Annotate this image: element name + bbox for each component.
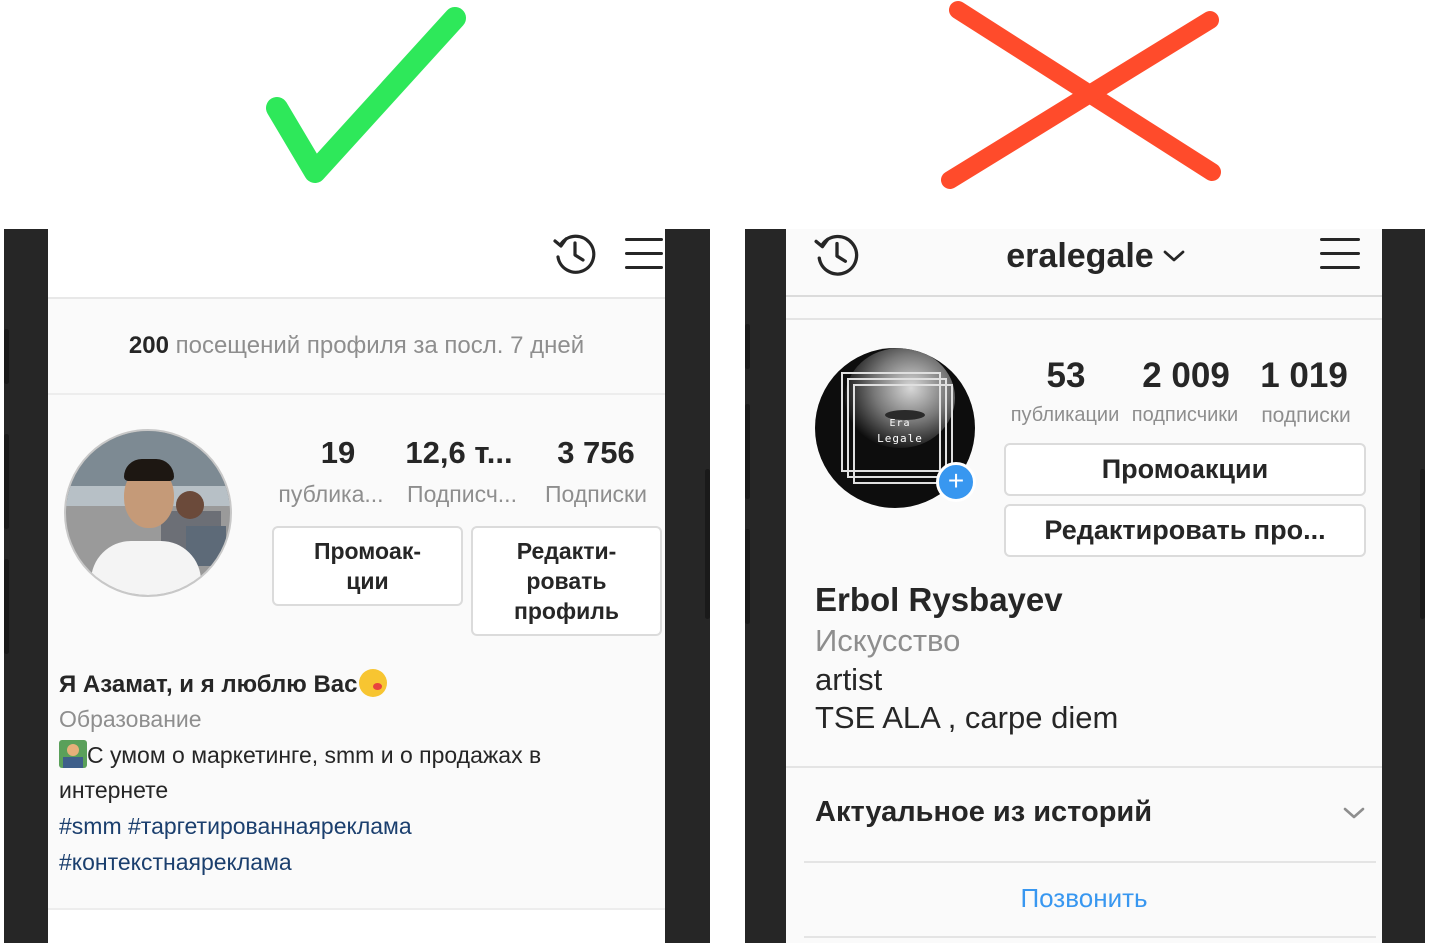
stat-following-value[interactable]: 3 756	[536, 435, 656, 471]
teacher-emoji-icon	[59, 740, 87, 768]
insights-banner[interactable]: 200 посещений профиля за посл. 7 дней	[48, 299, 665, 395]
bio-line-2: интернете	[59, 777, 169, 803]
history-icon[interactable]	[813, 231, 861, 279]
history-icon[interactable]	[552, 231, 598, 277]
call-button[interactable]: Позвонить	[786, 883, 1382, 914]
stat-posts-label: публика...	[278, 481, 384, 507]
stat-followers-label: подписчики	[1131, 404, 1239, 426]
hashtags-line-1[interactable]: #smm #таргетированнаяреклама	[59, 813, 412, 840]
edit-label-1: Редакти-	[516, 538, 617, 564]
bio-line-1: artist	[815, 662, 883, 697]
account-switcher[interactable]: eralegale	[986, 234, 1206, 278]
insights-count: 200	[128, 332, 169, 359]
avatar[interactable]	[64, 429, 232, 597]
profile-category: Образование	[59, 706, 202, 732]
add-story-plus-icon[interactable]: +	[936, 462, 976, 502]
promotions-label-1: Промоак-	[313, 538, 422, 564]
chevron-down-icon	[1343, 807, 1365, 819]
stat-posts-value[interactable]: 19	[274, 435, 402, 471]
edit-label-2: ровать	[526, 568, 607, 594]
phone-left: 200 посещений профиля за посл. 7 дней 19…	[4, 229, 710, 943]
profile-screen-left: 200 посещений профиля за посл. 7 дней 19…	[48, 229, 665, 943]
edit-profile-button[interactable]: Редактировать про...	[1004, 504, 1366, 557]
menu-icon[interactable]	[625, 238, 663, 280]
stat-following-label: Подписки	[545, 481, 647, 507]
bottom-area	[48, 910, 665, 943]
story-highlights-row[interactable]: Актуальное из историй	[786, 769, 1382, 861]
stat-posts-value[interactable]: 53	[1026, 356, 1106, 396]
promotions-button[interactable]: Промоак- ции	[272, 526, 463, 606]
kiss-emoji-icon	[359, 669, 388, 697]
divider	[804, 936, 1376, 938]
promotions-label-2: ции	[346, 568, 389, 594]
promotions-button[interactable]: Промоакции	[1004, 443, 1366, 496]
stat-followers-value[interactable]: 12,6 т...	[396, 435, 522, 471]
cross-icon	[941, 1, 1221, 189]
profile-category: Искусство	[815, 623, 961, 658]
edit-profile-button[interactable]: Редакти- ровать профиль	[471, 526, 662, 636]
hashtags-line-2[interactable]: #контекстнаяреклама	[59, 849, 292, 876]
divider	[786, 766, 1382, 768]
chevron-down-icon	[1163, 250, 1185, 262]
profile-name: Erbol Rysbayev	[815, 581, 1063, 618]
stat-followers-label: Подписч...	[407, 481, 517, 507]
stat-following-value[interactable]: 1 019	[1254, 356, 1354, 396]
menu-icon[interactable]	[1320, 238, 1360, 280]
profile-name-text: Я Азамат, и я люблю Вас	[59, 671, 358, 698]
bio-line-2: TSE ALA , carpe diem	[815, 700, 1119, 735]
divider	[804, 861, 1376, 863]
avatar-logo-text-1: Era	[889, 418, 911, 429]
story-highlights-label: Актуальное из историй	[815, 796, 1153, 828]
stat-posts-label: публикации	[1010, 404, 1120, 426]
bio-line-1: С умом о маркетинге, smm и о продажах в	[59, 740, 541, 769]
stat-following-label: подписки	[1261, 404, 1351, 427]
avatar-logo-text-2: Legale	[877, 432, 923, 445]
username: eralegale	[1006, 236, 1154, 275]
check-icon	[266, 7, 466, 183]
divider	[786, 318, 1382, 320]
phone-right: eralegale Era Legale + 53 публикации 2 0…	[745, 229, 1425, 943]
bio-text-1: С умом о маркетинге, smm и о продажах в	[87, 742, 542, 768]
stat-followers-value[interactable]: 2 009	[1126, 356, 1246, 396]
edit-label-3: профиль	[513, 598, 619, 624]
profile-name: Я Азамат, и я люблю Вас	[59, 669, 388, 699]
profile-screen-right: eralegale Era Legale + 53 публикации 2 0…	[786, 229, 1382, 943]
insights-text: посещений профиля за посл. 7 дней	[175, 332, 585, 359]
